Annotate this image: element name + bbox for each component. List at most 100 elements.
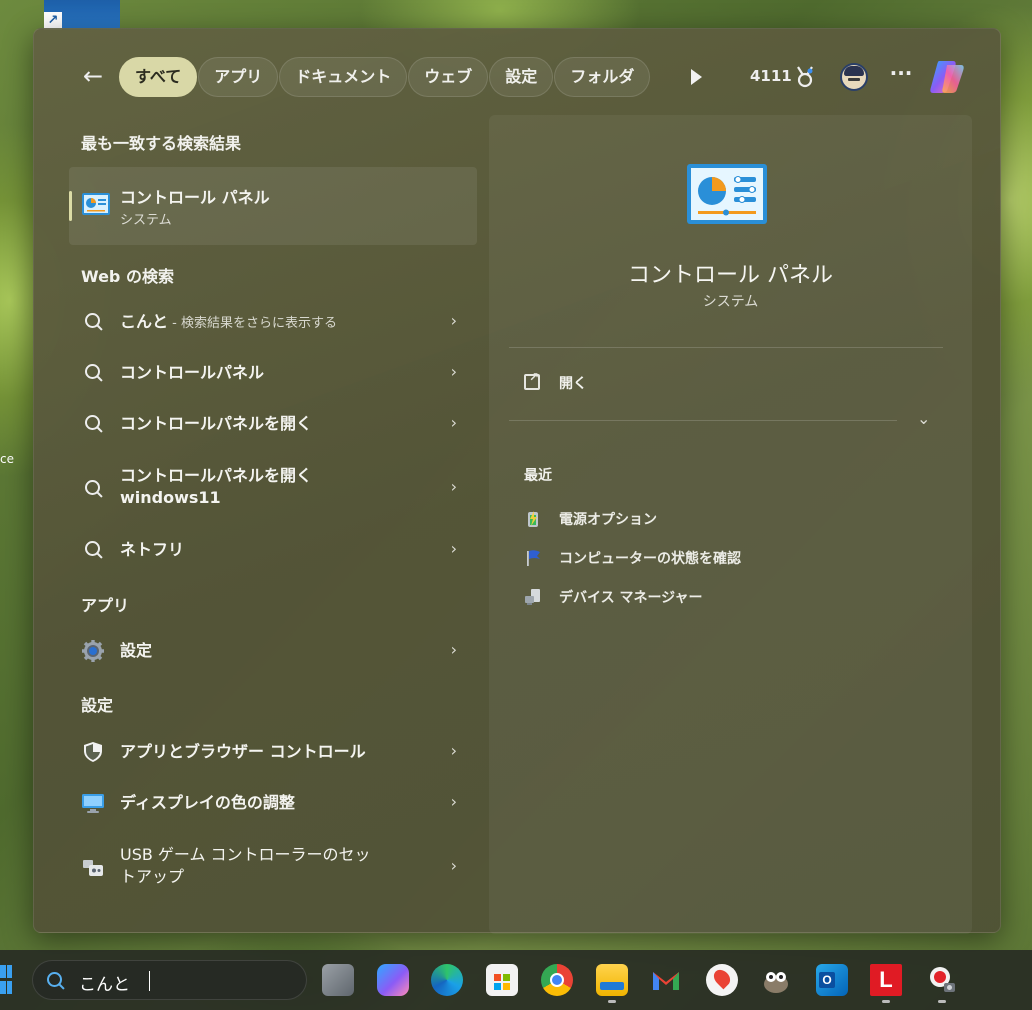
running-indicator — [882, 1000, 890, 1003]
search-icon — [85, 364, 103, 382]
gimp-icon[interactable] — [760, 964, 792, 996]
display-monitor-icon — [82, 794, 104, 813]
result-detail-pane: コントロール パネル システム 開く ⌄ 最近 電源オプション コンピューターの… — [489, 115, 972, 934]
rewards-medal-icon[interactable] — [794, 65, 816, 89]
more-options-button[interactable]: ··· — [889, 61, 913, 85]
file-explorer-icon[interactable] — [596, 964, 628, 996]
web-suggestion-line1: コントロールパネルを開く — [120, 466, 313, 485]
taskbar: こんと O L — [0, 950, 1032, 1010]
app-result-label: 設定 — [120, 641, 153, 660]
running-indicator — [938, 1000, 946, 1003]
web-suggestion-text: コントロールパネル — [120, 363, 265, 382]
search-icon — [47, 972, 65, 990]
web-suggestion-item[interactable]: ネトフリ › — [69, 527, 477, 573]
shield-icon — [84, 742, 102, 762]
results-list: 最も一致する検索結果 コントロール パネル システム Web の検索 こんと -… — [34, 29, 489, 932]
open-external-icon — [524, 370, 540, 390]
chevron-right-icon: › — [450, 477, 457, 496]
search-icon — [85, 541, 103, 559]
chevron-right-icon: › — [450, 311, 457, 330]
device-manager-icon — [525, 589, 540, 605]
chevron-right-icon: › — [450, 640, 457, 659]
settings-heading: 設定 — [81, 696, 114, 715]
web-suggestion-line2: windows11 — [120, 488, 221, 507]
setting-result-line2: トアップ — [120, 867, 185, 886]
setting-result-item[interactable]: アプリとブラウザー コントロール › — [69, 729, 477, 775]
web-suggestion-text: コントロールパネルを開く — [120, 414, 313, 433]
setting-result-item[interactable]: USB ゲーム コントローラーのセッ トアップ › — [69, 837, 477, 899]
recent-item-label: コンピューターの状態を確認 — [559, 551, 741, 567]
best-match-type: システム — [120, 213, 172, 228]
taskbar-search-box[interactable]: こんと — [32, 960, 307, 1000]
web-suggestion-item[interactable]: コントロールパネル › — [69, 350, 477, 396]
detail-subtitle: システム — [702, 294, 759, 310]
web-suggestion-text: ネトフリ — [120, 540, 185, 559]
chevron-right-icon: › — [450, 413, 457, 432]
best-match-name: コントロール パネル — [120, 188, 270, 207]
search-icon — [85, 480, 103, 498]
control-panel-icon — [82, 193, 110, 215]
gmail-icon[interactable] — [650, 964, 682, 996]
web-suggestion-text: コントロールパネルを開く windows11 — [120, 465, 312, 509]
setting-result-label: ディスプレイの色の調整 — [120, 793, 295, 812]
best-match-result[interactable]: コントロール パネル システム — [69, 167, 477, 245]
microsoft-store-icon[interactable] — [486, 964, 518, 996]
desktop-shortcut-icon[interactable]: ↗ — [44, 0, 120, 30]
web-suggestion-item[interactable]: コントロールパネルを開く windows11 › — [69, 455, 477, 523]
setting-result-item[interactable]: ディスプレイの色の調整 › — [69, 780, 477, 826]
setting-result-line1: USB ゲーム コントローラーのセッ — [120, 845, 371, 864]
web-suggestion-hint: - 検索結果をさらに表示する — [168, 316, 337, 331]
chevron-down-icon[interactable]: ⌄ — [917, 409, 930, 428]
control-panel-icon — [687, 164, 767, 224]
detail-title: コントロール パネル — [628, 263, 833, 288]
windows-start-icon[interactable] — [0, 965, 14, 995]
outlook-icon[interactable]: O — [816, 964, 848, 996]
web-suggestion-item[interactable]: コントロールパネルを開く › — [69, 401, 477, 447]
task-view-icon[interactable] — [322, 964, 354, 996]
setting-result-label: アプリとブラウザー コントロール — [120, 742, 366, 761]
chevron-right-icon: › — [450, 362, 457, 381]
running-indicator — [608, 1000, 616, 1003]
web-suggestion-query: こんと — [120, 312, 169, 331]
filter-tab-settings[interactable]: 設定 — [489, 57, 554, 97]
google-maps-icon[interactable] — [706, 964, 738, 996]
search-icon — [85, 415, 103, 433]
settings-gear-icon — [82, 640, 104, 662]
recent-item-label: 電源オプション — [559, 512, 657, 528]
chevron-right-icon: › — [450, 539, 457, 558]
text-caret — [149, 971, 150, 991]
desktop-label-fragment: ce — [0, 452, 14, 466]
l-app-icon[interactable]: L — [870, 964, 902, 996]
search-flyout: ← すべて アプリ ドキュメント ウェブ 設定 フォルダ 4111 ··· 最も… — [33, 28, 1001, 934]
taskbar-search-text: こんと — [79, 975, 130, 995]
chrome-icon[interactable] — [541, 964, 573, 996]
setting-result-text: USB ゲーム コントローラーのセッ トアップ — [120, 844, 371, 888]
divider — [509, 347, 943, 348]
copilot-app-icon[interactable] — [377, 964, 409, 996]
selection-indicator — [69, 191, 72, 221]
open-action-label: 開く — [559, 376, 587, 392]
app-result-settings[interactable]: 設定 › — [69, 628, 477, 674]
divider — [509, 420, 897, 421]
security-flag-icon — [527, 550, 540, 566]
apps-heading: アプリ — [81, 596, 130, 615]
scroll-filters-right-icon[interactable] — [686, 66, 706, 88]
edge-icon[interactable] — [431, 964, 463, 996]
snipping-tool-icon[interactable] — [926, 964, 958, 996]
user-avatar[interactable] — [840, 63, 868, 91]
rewards-points[interactable]: 4111 — [750, 67, 792, 85]
chevron-right-icon: › — [450, 792, 457, 811]
search-icon — [85, 313, 103, 331]
best-match-heading: 最も一致する検索結果 — [81, 134, 242, 153]
web-suggestion-item[interactable]: こんと - 検索結果をさらに表示する › — [69, 299, 477, 345]
chevron-right-icon: › — [450, 856, 457, 875]
power-options-icon — [528, 511, 538, 527]
recent-item-label: デバイス マネージャー — [559, 590, 703, 606]
filter-tab-folders[interactable]: フォルダ — [554, 57, 651, 97]
recent-heading: 最近 — [524, 468, 552, 484]
game-controller-icon — [83, 860, 103, 876]
chevron-right-icon: › — [450, 741, 457, 760]
web-search-heading: Web の検索 — [81, 267, 174, 286]
copilot-icon[interactable] — [927, 59, 967, 95]
web-suggestion-text: こんと - 検索結果をさらに表示する — [120, 311, 337, 335]
